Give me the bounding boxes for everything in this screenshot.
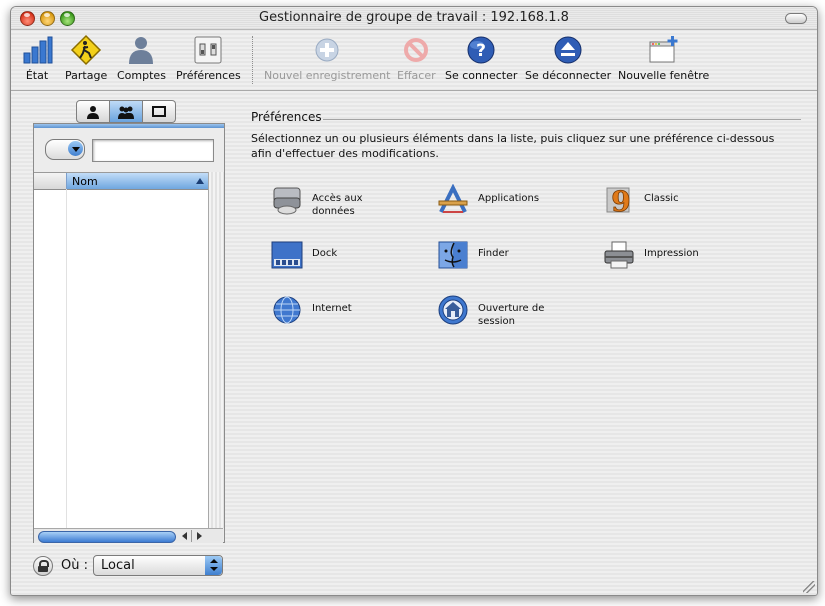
applications-icon [437, 183, 469, 216]
resize-grip[interactable] [803, 581, 815, 593]
pref-printing[interactable]: Impression [603, 239, 734, 271]
add-record-icon [311, 34, 343, 66]
pref-login-label: Ouverture de session [478, 303, 545, 327]
toolbar-connect-button[interactable]: ? Se connecter [445, 34, 517, 82]
pref-classic[interactable]: 9 Classic [603, 184, 734, 218]
finder-icon [437, 239, 469, 271]
window-title: Gestionnaire de groupe de travail : 192.… [259, 10, 569, 25]
tab-groups[interactable] [110, 100, 143, 123]
horizontal-scrollbar[interactable] [34, 528, 223, 543]
sort-ascending-icon [196, 178, 204, 184]
scrollbar-thumb[interactable] [38, 531, 176, 543]
pref-applications-label: Applications [478, 193, 540, 204]
toolbar-disconnect-label: Se déconnecter [525, 69, 612, 82]
group-icon [118, 106, 134, 119]
toolbar-connect-label: Se connecter [445, 69, 518, 82]
where-label: Où : [61, 558, 88, 573]
page-title: Préférences [251, 110, 322, 124]
tab-users[interactable] [76, 100, 110, 123]
toolbar-delete-label: Effacer [397, 69, 436, 82]
pref-login[interactable]: Ouverture de session [437, 294, 568, 328]
toolbar-new-window-button[interactable]: Nouvelle fenêtre [618, 34, 709, 82]
column-divider [66, 189, 67, 529]
pref-dock[interactable]: Dock [271, 239, 402, 271]
pref-data-access-label: Accès aux données [312, 193, 363, 217]
lock-icon[interactable] [33, 556, 53, 576]
vertical-scrollbar[interactable] [208, 172, 224, 528]
toolbar-new-window-label: Nouvelle fenêtre [618, 69, 710, 82]
tab-computers[interactable] [143, 100, 176, 123]
accounts-user-icon [125, 34, 157, 66]
toolbar-status-button[interactable]: État [21, 34, 53, 82]
toolbar-preferences-button[interactable]: Préférences [176, 34, 241, 82]
list-header: Nom [34, 173, 209, 190]
app-window: Gestionnaire de groupe de travail : 192.… [10, 6, 818, 596]
toolbar-accounts-label: Comptes [117, 69, 166, 82]
toolbar-sharing-button[interactable]: Partage [65, 34, 107, 82]
pref-data-access[interactable]: Accès aux données [271, 184, 402, 218]
popup-arrows-icon [205, 556, 222, 575]
pref-internet-label: Internet [312, 303, 352, 314]
scroll-arrow-divider [191, 530, 192, 542]
classic-nine-icon: 9 [603, 184, 635, 218]
pref-finder-label: Finder [478, 248, 509, 259]
toolbar-disconnect-button[interactable]: Se déconnecter [525, 34, 611, 82]
toolbar-separator [252, 36, 253, 84]
record-type-tabs [76, 100, 176, 123]
pref-printing-label: Impression [644, 248, 699, 259]
toolbar: État Partage Comptes Préférences Nouvel … [11, 30, 817, 91]
toolbar-sharing-label: Partage [65, 69, 108, 82]
pref-internet[interactable]: Internet [271, 294, 402, 326]
records-list[interactable]: Nom [34, 172, 209, 529]
svg-text:?: ? [476, 41, 486, 61]
record-list-panel: Nom [33, 123, 225, 543]
toolbar-accounts-button[interactable]: Comptes [117, 34, 166, 82]
title-bar: Gestionnaire de groupe de travail : 192.… [11, 7, 817, 30]
chevron-down-icon [68, 141, 83, 156]
pref-finder[interactable]: Finder [437, 239, 568, 271]
login-house-icon [437, 294, 469, 326]
search-input[interactable] [92, 139, 214, 162]
where-popup[interactable]: Local [93, 555, 223, 576]
delete-icon [400, 34, 432, 66]
printer-icon [603, 239, 635, 271]
toolbar-toggle-button[interactable] [785, 13, 807, 24]
internet-globe-icon [271, 294, 303, 326]
sharing-sign-icon [70, 34, 102, 66]
panel-accent-line [34, 124, 224, 128]
where-value: Local [101, 558, 135, 573]
toolbar-new-record-label: Nouvel enregistrement [264, 69, 391, 82]
pref-dock-label: Dock [312, 248, 338, 259]
svg-text:9: 9 [611, 185, 630, 216]
dock-icon [271, 239, 303, 271]
column-name-label: Nom [72, 175, 98, 188]
disk-drive-icon [271, 184, 303, 216]
new-window-icon [648, 34, 680, 66]
computer-icon [152, 105, 166, 117]
scroll-left-arrow-icon[interactable] [182, 532, 187, 540]
prefs-description: Sélectionnez un ou plusieurs éléments da… [251, 132, 775, 160]
connect-globe-icon: ? [465, 34, 497, 66]
preferences-switch-icon [192, 34, 224, 66]
toolbar-preferences-label: Préférences [176, 69, 241, 82]
user-icon [87, 105, 99, 119]
scroll-right-arrow-icon[interactable] [197, 532, 202, 540]
pref-applications[interactable]: Applications [437, 183, 568, 216]
title-rule [323, 119, 801, 120]
pref-classic-label: Classic [644, 193, 679, 204]
toolbar-delete-button[interactable]: Effacer [397, 34, 436, 82]
toolbar-status-label: État [25, 69, 49, 82]
disconnect-eject-icon [552, 34, 584, 66]
status-bars-icon [21, 34, 53, 66]
search-scope-popup[interactable] [45, 139, 85, 160]
toolbar-new-record-button[interactable]: Nouvel enregistrement [264, 34, 390, 82]
